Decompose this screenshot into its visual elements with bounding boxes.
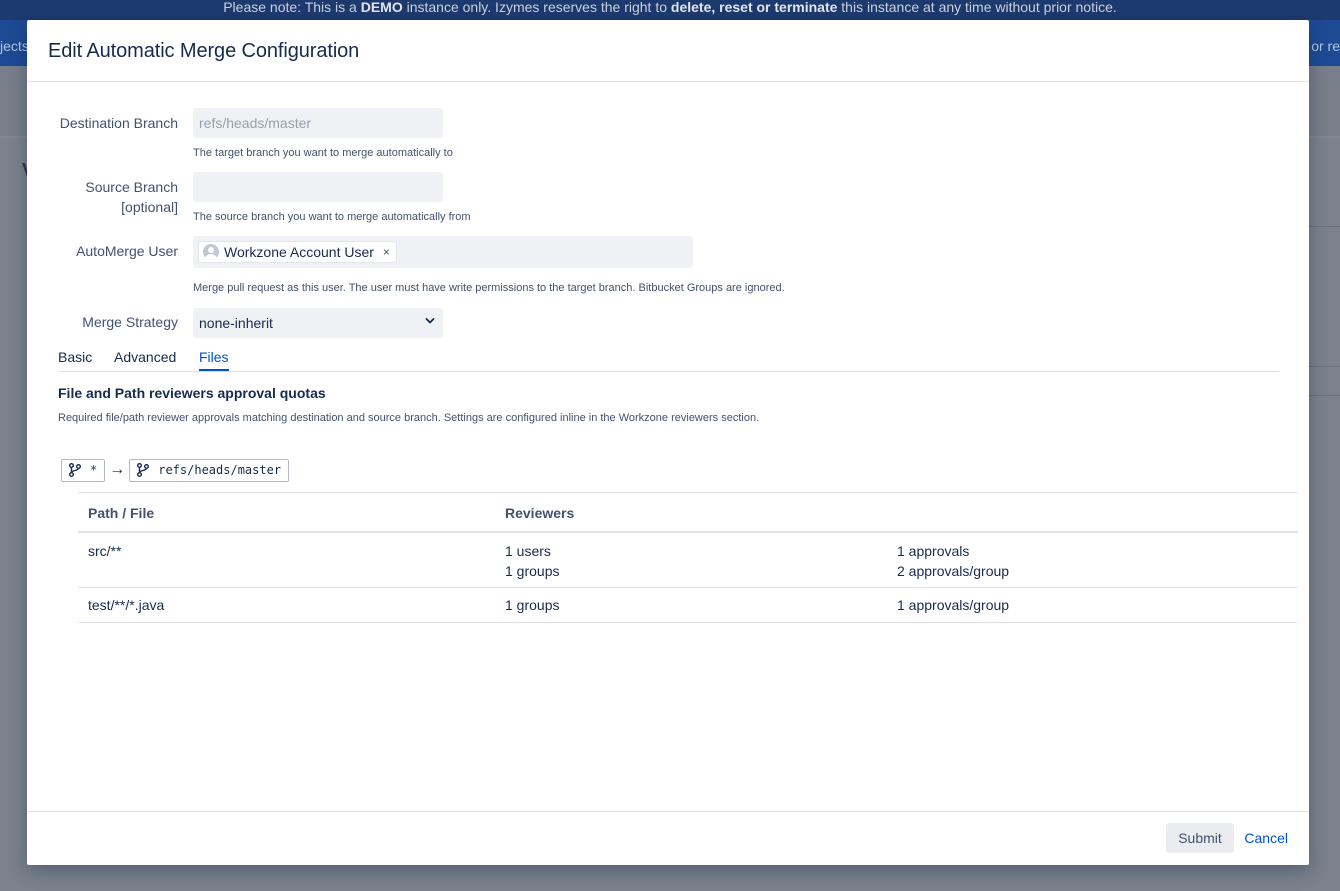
target-branch-name: refs/heads/master (158, 463, 282, 477)
dialog-header: Edit Automatic Merge Configuration (27, 20, 1309, 82)
automerge-user-label: AutoMerge User (76, 243, 178, 259)
remove-user-icon[interactable]: × (383, 245, 390, 259)
banner-suffix: this instance at any time without prior … (837, 0, 1117, 15)
files-section-description: Required file/path reviewer approvals ma… (58, 412, 760, 424)
user-chip[interactable]: Workzone Account User × (199, 242, 396, 262)
branch-flow: * → refs/heads/master (61, 458, 290, 482)
dialog-title: Edit Automatic Merge Configuration (48, 40, 360, 62)
row-path: src/** (88, 543, 122, 559)
dialog-footer: Submit Cancel (27, 811, 1309, 865)
destination-branch-input[interactable]: refs/heads/master (193, 108, 443, 138)
tab-basic[interactable]: Basic (58, 349, 92, 365)
cancel-button[interactable]: Cancel (1244, 830, 1288, 846)
merge-config-dialog: Edit Automatic Merge Configuration Desti… (27, 20, 1309, 865)
config-tabs: Basic Advanced Files (58, 349, 1279, 372)
nav-projects-link[interactable]: jects (0, 38, 29, 54)
path-quota-table: Path / File Reviewers src/** 1 users 1 g… (78, 492, 1298, 623)
merge-strategy-value: none-inherit (199, 315, 273, 331)
row-path: test/**/*.java (88, 597, 165, 613)
destination-branch-placeholder: refs/heads/master (199, 115, 312, 131)
files-section-title: File and Path reviewers approval quotas (58, 385, 326, 401)
user-avatar-icon (203, 244, 219, 260)
demo-banner: Please note: This is a DEMO instance onl… (0, 0, 1340, 20)
arrow-right-icon: → (109, 461, 126, 478)
destination-branch-help: The target branch you want to merge auto… (193, 147, 453, 159)
source-branch-input[interactable] (193, 172, 443, 202)
automerge-user-help: Merge pull request as this user. The use… (193, 282, 785, 294)
row-reviewer-groups: 1 groups (505, 597, 560, 613)
automerge-user-picker[interactable]: Workzone Account User × (193, 236, 693, 268)
row-approvals-groups: 2 approvals/group (897, 563, 1010, 579)
source-branch-tag: * (61, 458, 106, 482)
user-chip-label: Workzone Account User (224, 244, 374, 260)
destination-branch-label: Destination Branch (59, 115, 178, 131)
nav-search-fragment[interactable]: or re (1311, 38, 1340, 54)
tab-advanced[interactable]: Advanced (114, 349, 176, 365)
row-reviewer-users: 1 users (505, 543, 551, 559)
table-row: src/** 1 users 1 groups 1 approvals 2 ap… (78, 533, 1298, 588)
column-reviewers: Reviewers (505, 505, 575, 521)
banner-demo: DEMO (360, 0, 403, 15)
tab-files[interactable]: Files (199, 349, 229, 371)
banner-middle: instance only. Izymes reserves the right… (402, 0, 671, 15)
table-row: test/**/*.java 1 groups 1 approvals/grou… (78, 588, 1298, 623)
submit-button[interactable]: Submit (1166, 823, 1234, 853)
column-path: Path / File (88, 505, 155, 521)
table-header: Path / File Reviewers (78, 493, 1298, 533)
source-branch-label-line1: Source Branch (85, 179, 178, 195)
banner-prefix: Please note: This is a (223, 0, 361, 15)
merge-strategy-label: Merge Strategy (82, 314, 178, 330)
row-approvals-users: 1 approvals (897, 543, 970, 559)
source-branch-label: Source Branch [optional] (27, 177, 178, 217)
branch-icon (137, 463, 150, 477)
source-branch-label-line2: [optional] (121, 199, 178, 215)
source-branch-help: The source branch you want to merge auto… (193, 211, 471, 223)
chevron-down-icon (425, 318, 435, 324)
row-approvals-groups: 1 approvals/group (897, 597, 1010, 613)
merge-strategy-select[interactable]: none-inherit (193, 308, 443, 338)
branch-icon (69, 463, 81, 477)
source-branch-pattern: * (90, 463, 98, 477)
target-branch-tag: refs/heads/master (129, 458, 290, 482)
row-reviewer-groups: 1 groups (505, 563, 560, 579)
banner-actions: delete, reset or terminate (670, 0, 838, 15)
dialog-body: Destination Branch refs/heads/master The… (27, 82, 1309, 811)
